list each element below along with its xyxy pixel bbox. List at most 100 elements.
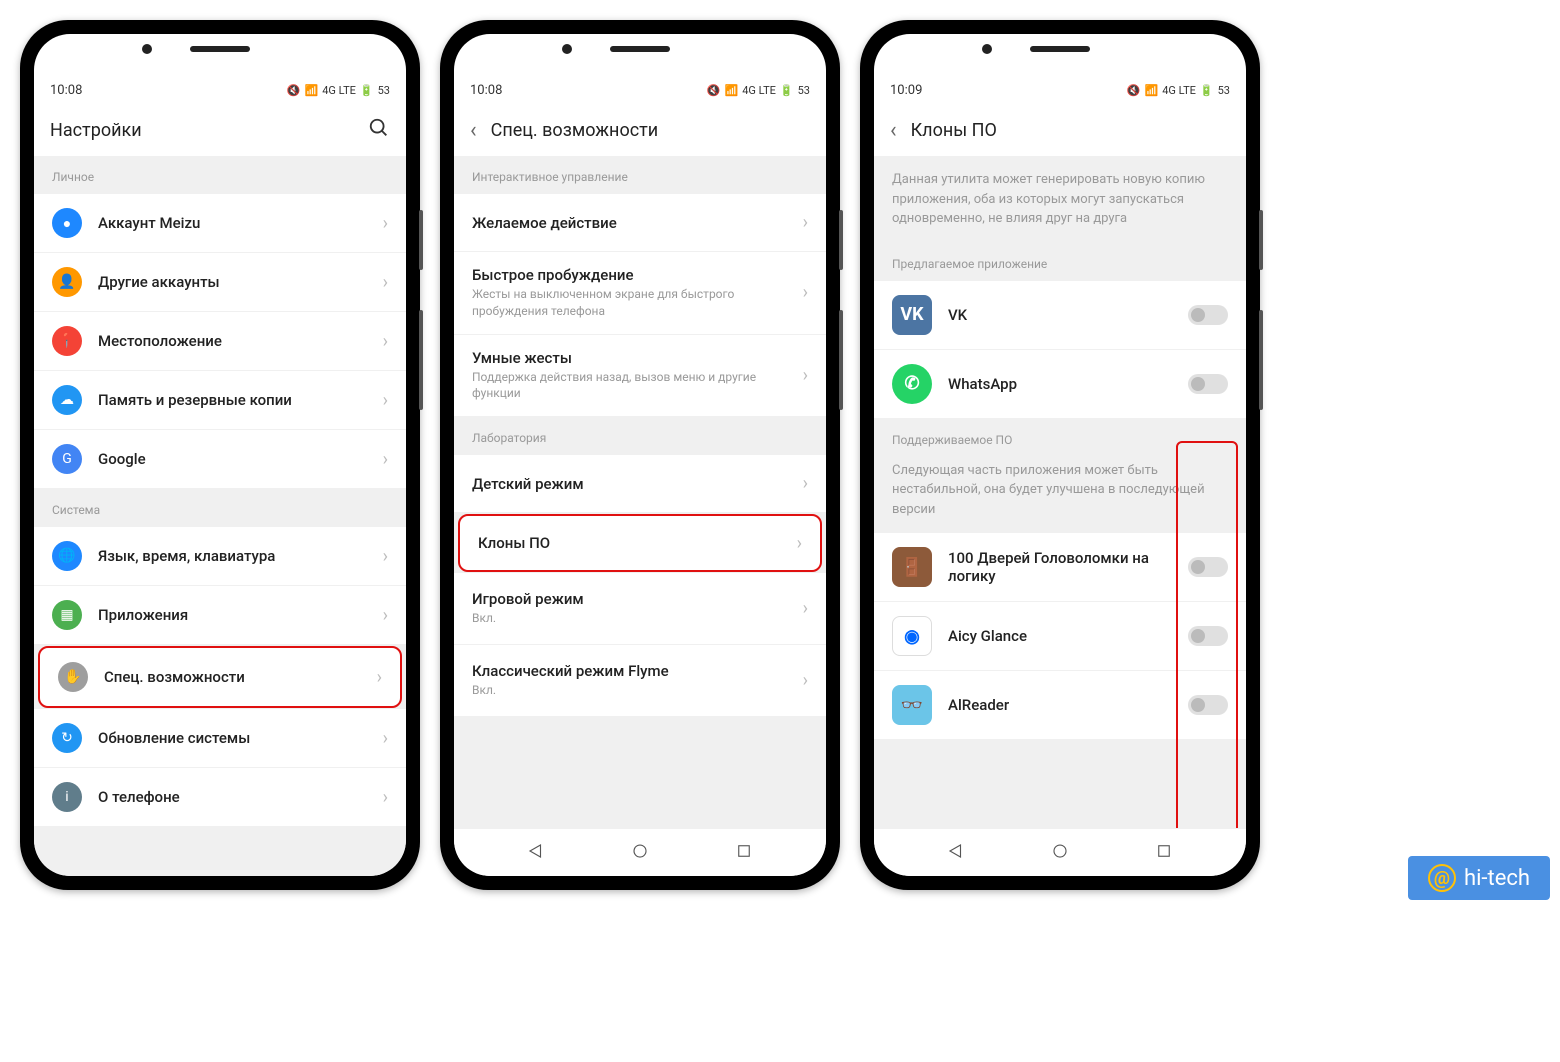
settings-row[interactable]: Игровой режим Вкл. › — [454, 573, 826, 645]
settings-row[interactable]: Быстрое пробуждение Жесты на выключенном… — [454, 252, 826, 335]
nav-recent-icon[interactable] — [1155, 842, 1173, 864]
settings-row[interactable]: i О телефоне › — [34, 768, 406, 827]
row-label: Быстрое пробуждение — [472, 266, 787, 284]
at-icon: @ — [1428, 864, 1456, 892]
settings-row[interactable]: Клоны ПО › — [458, 514, 822, 572]
app-icon: ◉ — [892, 616, 932, 656]
toggle-switch[interactable] — [1188, 557, 1228, 577]
app-row[interactable]: 🚪 100 Дверей Головоломки на логику — [874, 533, 1246, 602]
app-label: WhatsApp — [948, 375, 1172, 393]
section-header: Лаборатория — [454, 417, 826, 455]
section-header: Предлагаемое приложение — [874, 243, 1246, 281]
chevron-right-icon: › — [377, 667, 382, 688]
signal-icon: 📶 — [1145, 84, 1159, 97]
settings-row[interactable]: ↻ Обновление системы › — [34, 709, 406, 768]
signal-icon: 📶 — [305, 84, 319, 97]
volume-button — [1259, 310, 1263, 410]
settings-row[interactable]: Классический режим Flyme Вкл. › — [454, 645, 826, 717]
power-button — [419, 210, 423, 270]
row-icon: 📍 — [52, 326, 82, 356]
row-label: Клоны ПО — [478, 534, 781, 552]
chevron-right-icon: › — [383, 331, 388, 352]
nav-back-icon[interactable] — [947, 842, 965, 864]
settings-row[interactable]: 📍 Местоположение › — [34, 312, 406, 371]
settings-row[interactable]: ☁ Память и резервные копии › — [34, 371, 406, 430]
section-header: Личное — [34, 156, 406, 194]
section-header: Интерактивное управление — [454, 156, 826, 194]
app-icon: 👓 — [892, 685, 932, 725]
row-label: Умные жесты — [472, 349, 787, 367]
search-icon[interactable] — [368, 117, 390, 143]
earpiece — [190, 46, 250, 52]
signal-icon: 📶 — [725, 84, 739, 97]
row-label: Язык, время, клавиатура — [98, 547, 367, 565]
app-label: 100 Дверей Головоломки на логику — [948, 549, 1172, 585]
row-label: Приложения — [98, 606, 367, 624]
row-label: Игровой режим — [472, 590, 787, 608]
settings-row[interactable]: Желаемое действие › — [454, 194, 826, 252]
settings-row[interactable]: ● Аккаунт Meizu › — [34, 194, 406, 253]
screen-header: ‹ Спец. возможности — [454, 104, 826, 156]
nav-back-icon[interactable] — [527, 842, 545, 864]
battery-icon: 🔋 — [780, 84, 794, 97]
mute-icon: 🔇 — [1127, 84, 1141, 97]
network-label: 4G LTE — [1162, 84, 1196, 97]
chevron-right-icon: › — [803, 212, 808, 233]
toggle-switch[interactable] — [1188, 374, 1228, 394]
chevron-right-icon: › — [383, 546, 388, 567]
toggle-switch[interactable] — [1188, 695, 1228, 715]
settings-row[interactable]: 👤 Другие аккаунты › — [34, 253, 406, 312]
row-subtitle: Вкл. — [472, 682, 787, 699]
row-icon: G — [52, 444, 82, 474]
row-label: Память и резервные копии — [98, 391, 367, 409]
row-label: Обновление системы — [98, 729, 367, 747]
page-title: Клоны ПО — [911, 120, 1230, 141]
power-button — [839, 210, 843, 270]
app-row[interactable]: ◉ Aicy Glance — [874, 602, 1246, 671]
settings-row[interactable]: ▦ Приложения › — [34, 586, 406, 645]
chevron-right-icon: › — [803, 473, 808, 494]
mute-icon: 🔇 — [707, 84, 721, 97]
earpiece — [610, 46, 670, 52]
toggle-switch[interactable] — [1188, 626, 1228, 646]
screen-header: Настройки — [34, 104, 406, 156]
app-row[interactable]: VK VK — [874, 281, 1246, 350]
front-camera — [142, 44, 152, 54]
row-label: Другие аккаунты — [98, 273, 367, 291]
phone-mockup-1: 10:08 🔇 📶 4G LTE 🔋 53 Настройки Личное ●… — [20, 20, 420, 890]
phone-mockup-3: 10:09 🔇 📶 4G LTE 🔋 53 ‹ Клоны ПО Данная … — [860, 20, 1260, 890]
app-row[interactable]: ✆ WhatsApp — [874, 350, 1246, 419]
nav-recent-icon[interactable] — [735, 842, 753, 864]
row-label: Google — [98, 450, 367, 468]
nav-home-icon[interactable] — [631, 842, 649, 864]
settings-row[interactable]: Умные жесты Поддержка действия назад, вы… — [454, 335, 826, 418]
mute-icon: 🔇 — [287, 84, 301, 97]
settings-list[interactable]: Интерактивное управление Желаемое действ… — [454, 156, 826, 828]
row-subtitle: Жесты на выключенном экране для быстрого… — [472, 286, 787, 320]
chevron-right-icon: › — [383, 390, 388, 411]
back-icon[interactable]: ‹ — [470, 118, 477, 143]
app-clone-list[interactable]: Данная утилита может генерировать новую … — [874, 156, 1246, 828]
front-camera — [982, 44, 992, 54]
row-label: Местоположение — [98, 332, 367, 350]
settings-list[interactable]: Личное ● Аккаунт Meizu › 👤 Другие аккаун… — [34, 156, 406, 876]
row-subtitle: Вкл. — [472, 610, 787, 627]
nav-home-icon[interactable] — [1051, 842, 1069, 864]
app-icon: 🚪 — [892, 547, 932, 587]
earpiece — [1030, 46, 1090, 52]
screen-header: ‹ Клоны ПО — [874, 104, 1246, 156]
nav-bar — [874, 828, 1246, 876]
app-icon: VK — [892, 295, 932, 335]
chevron-right-icon: › — [803, 282, 808, 303]
settings-row[interactable]: Детский режим › — [454, 455, 826, 513]
chevron-right-icon: › — [383, 449, 388, 470]
settings-row[interactable]: G Google › — [34, 430, 406, 489]
settings-row[interactable]: ✋ Спец. возможности › — [38, 646, 402, 708]
back-icon[interactable]: ‹ — [890, 118, 897, 143]
row-label: Детский режим — [472, 475, 787, 493]
status-bar: 10:09 🔇 📶 4G LTE 🔋 53 — [874, 76, 1246, 104]
row-icon: i — [52, 782, 82, 812]
settings-row[interactable]: 🌐 Язык, время, клавиатура › — [34, 527, 406, 586]
app-row[interactable]: 👓 AlReader — [874, 671, 1246, 740]
toggle-switch[interactable] — [1188, 305, 1228, 325]
